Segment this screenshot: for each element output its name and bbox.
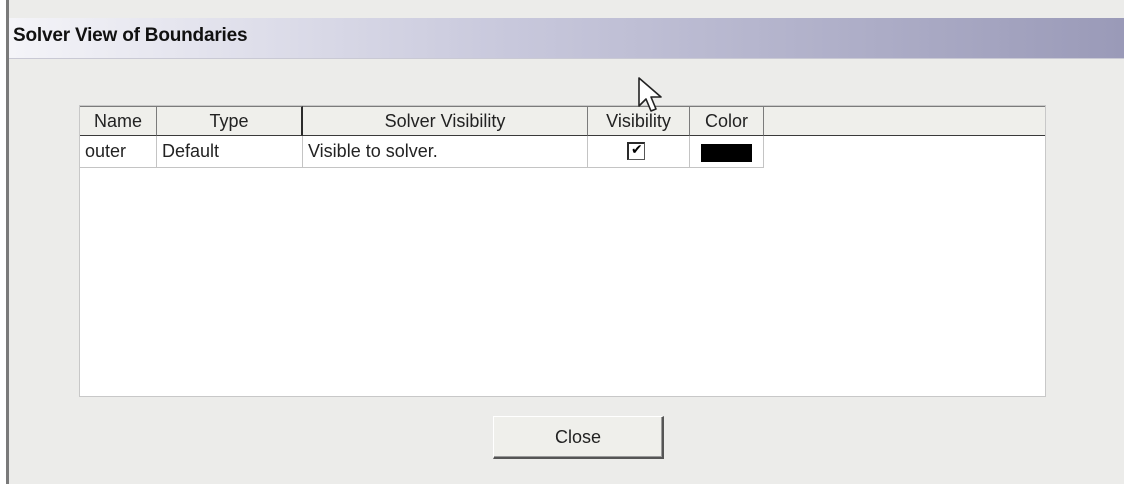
column-header-type[interactable]: Type xyxy=(157,106,303,136)
mouse-pointer-icon xyxy=(638,77,662,112)
close-button[interactable]: Close xyxy=(493,416,664,459)
column-header-color[interactable]: Color xyxy=(690,106,764,136)
column-header-name[interactable]: Name xyxy=(80,106,157,136)
cell-type[interactable]: Default xyxy=(157,136,303,168)
boundaries-table[interactable]: Name Type Solver Visibility Visibility C… xyxy=(79,105,1046,397)
cell-visibility: ✔ xyxy=(588,136,690,168)
checkmark-icon: ✔ xyxy=(631,142,643,158)
cell-name[interactable]: outer xyxy=(80,136,157,168)
title-bar[interactable]: Solver View of Boundaries xyxy=(9,18,1124,59)
visibility-checkbox[interactable]: ✔ xyxy=(627,142,645,160)
cell-color xyxy=(690,136,764,168)
boundaries-dialog: Solver View of Boundaries Name Type Solv… xyxy=(6,0,1124,484)
window-title: Solver View of Boundaries xyxy=(13,25,248,46)
column-header-filler xyxy=(764,106,1045,136)
cell-solver-visibility[interactable]: Visible to solver. xyxy=(303,136,588,168)
column-header-solver-visibility[interactable]: Solver Visibility xyxy=(303,106,588,136)
color-swatch[interactable] xyxy=(701,144,752,162)
